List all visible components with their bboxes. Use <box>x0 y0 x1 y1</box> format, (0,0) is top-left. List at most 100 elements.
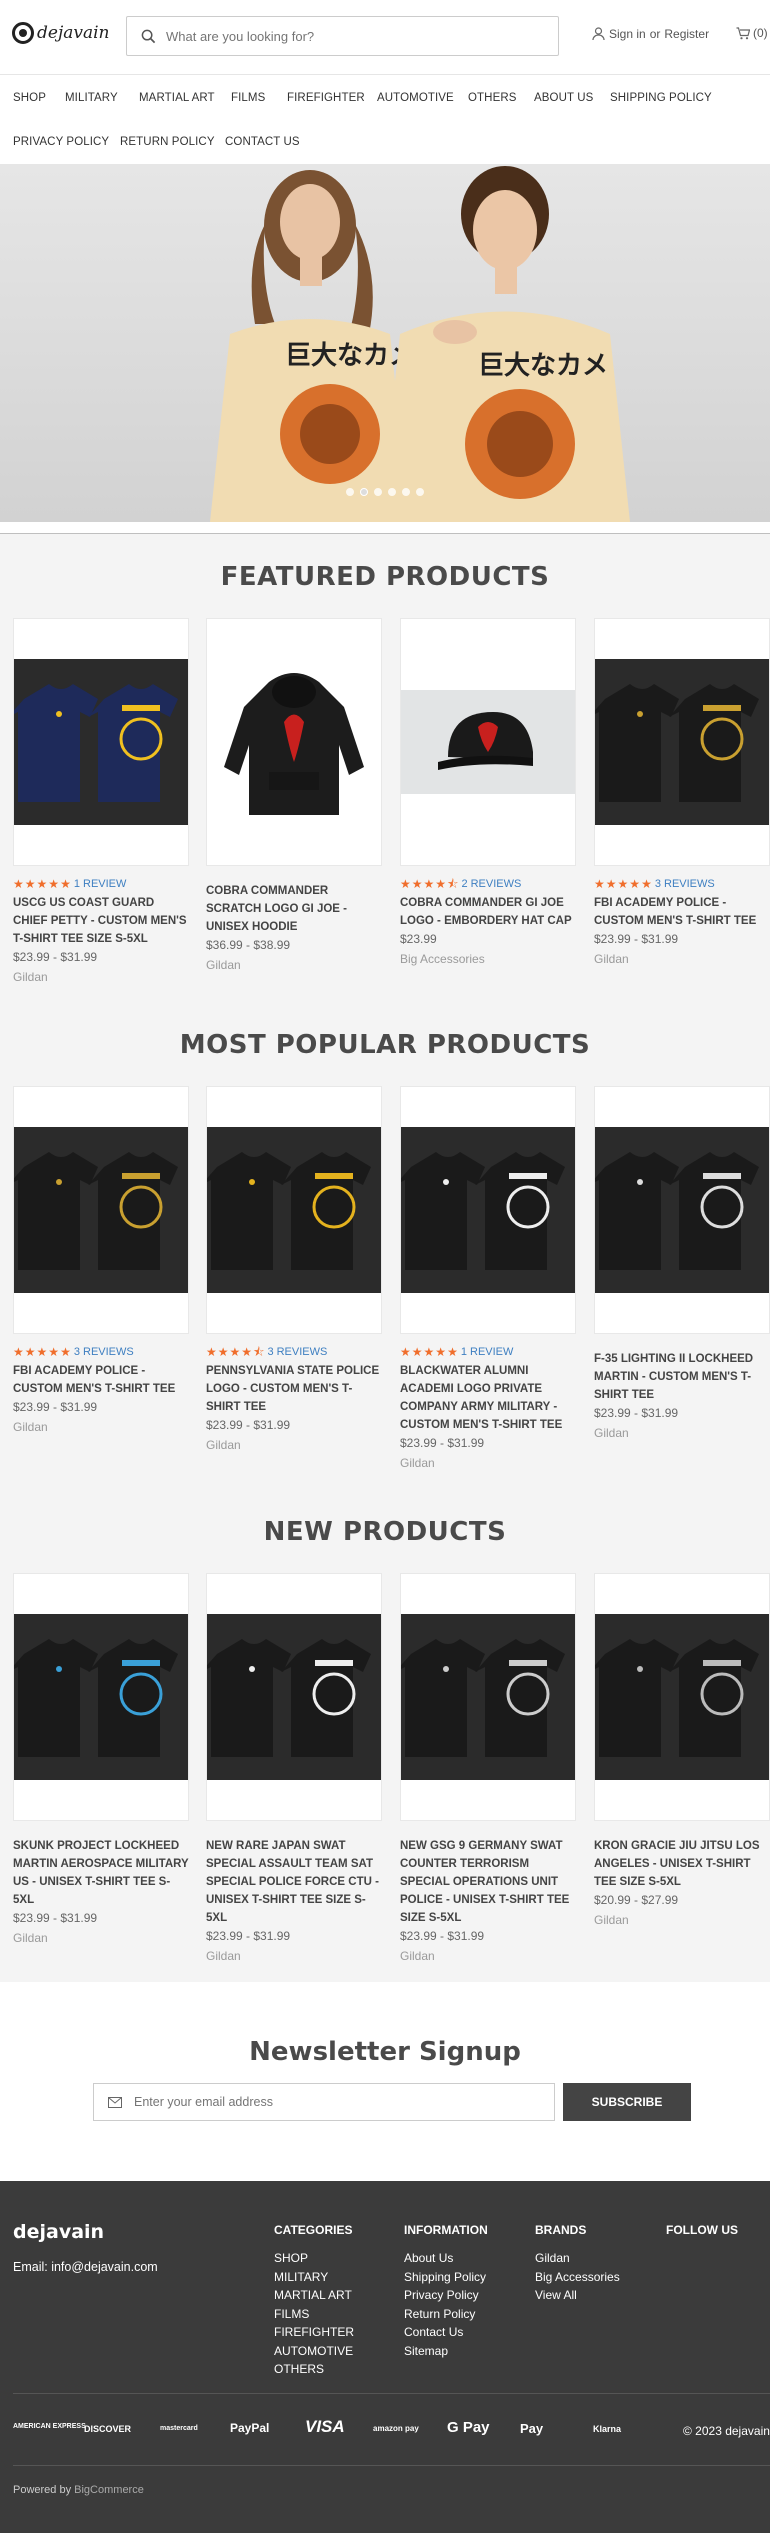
product-name[interactable]: F-35 LIGHTING II LOCKHEED MARTIN - CUSTO… <box>594 1350 770 1404</box>
carousel-dot[interactable] <box>402 488 410 496</box>
footer-link[interactable]: Sitemap <box>404 2342 488 2361</box>
product-image[interactable] <box>594 1086 770 1334</box>
product-card[interactable]: SKUNK PROJECT LOCKHEED MARTIN AEROSPACE … <box>13 1573 189 1945</box>
reviews-link[interactable]: 1 REVIEW <box>74 878 127 890</box>
newsletter-email-field[interactable] <box>93 2083 555 2121</box>
product-image[interactable] <box>400 618 576 866</box>
product-card[interactable]: ★ ★ ★ ★ ★ 3 REVIEWS FBI ACADEMY POLICE - CUSTO… <box>13 1086 189 1434</box>
product-image[interactable] <box>13 1086 189 1334</box>
product-brand[interactable]: Gildan <box>594 1426 770 1440</box>
product-image[interactable] <box>206 1086 382 1334</box>
product-card[interactable]: ★ ★ ★ ★ ⯪ 2 REVIEWS COBRA COMMANDER GI JOE LOG… <box>400 618 576 966</box>
product-card[interactable]: ★ ★ ★ ★ ★ 1 REVIEW BLACKWATER ALUMNI ACADEMI L… <box>400 1086 576 1470</box>
product-card[interactable]: ★ ★ ★ ★ ★ 3 REVIEWS FBI ACADEMY POLICE - CUSTO… <box>594 618 770 966</box>
footer-link[interactable]: About Us <box>404 2249 488 2268</box>
product-brand[interactable]: Gildan <box>594 952 770 966</box>
footer-link[interactable]: Gildan <box>535 2249 620 2268</box>
nav-item-return-policy[interactable]: Return Policy <box>120 136 215 148</box>
product-image[interactable] <box>13 1573 189 1821</box>
footer-link[interactable]: Return Policy <box>404 2305 488 2324</box>
register-link[interactable]: Register <box>664 27 709 41</box>
footer-link[interactable]: Privacy Policy <box>404 2286 488 2305</box>
product-image[interactable] <box>594 1573 770 1821</box>
search-input[interactable] <box>166 28 546 44</box>
product-name[interactable]: BLACKWATER ALUMNI ACADEMI LOGO PRIVATE C… <box>400 1362 576 1434</box>
product-card[interactable]: F-35 LIGHTING II LOCKHEED MARTIN - CUSTO… <box>594 1086 770 1440</box>
platform-link[interactable]: BigCommerce <box>74 2484 144 2496</box>
product-card[interactable]: NEW GSG 9 GERMANY SWAT COUNTER TERRORISM… <box>400 1573 576 1963</box>
footer-link[interactable]: View All <box>535 2286 620 2305</box>
product-card[interactable]: ★ ★ ★ ★ ⯪ 3 REVIEWS PENNSYLVANIA STATE POLICE … <box>206 1086 382 1452</box>
product-image[interactable] <box>400 1086 576 1334</box>
product-name[interactable]: COBRA COMMANDER SCRATCH LOGO GI JOE - UN… <box>206 882 382 936</box>
product-brand[interactable]: Gildan <box>206 1438 382 1452</box>
product-name[interactable]: COBRA COMMANDER GI JOE LOGO - EMBORDERY … <box>400 894 576 930</box>
footer-link[interactable]: Big Accessories <box>535 2268 620 2287</box>
product-card[interactable]: NEW RARE JAPAN SWAT SPECIAL ASSAULT TEAM… <box>206 1573 382 1963</box>
product-brand[interactable]: Gildan <box>13 1420 189 1434</box>
footer-link[interactable]: AUTOMOTIVE <box>274 2342 354 2361</box>
product-name[interactable]: NEW RARE JAPAN SWAT SPECIAL ASSAULT TEAM… <box>206 1837 382 1927</box>
product-name[interactable]: USCG US COAST GUARD CHIEF PETTY - CUSTOM… <box>13 894 189 948</box>
carousel-dot[interactable] <box>388 488 396 496</box>
nav-item-privacy-policy[interactable]: Privacy Policy <box>13 136 109 148</box>
site-logo[interactable]: dejavain <box>12 22 109 44</box>
hero-carousel[interactable]: 巨大なカメ 巨大なカメ <box>0 164 770 522</box>
product-card[interactable]: KRON GRACIE JIU JITSU LOS ANGELES - UNIS… <box>594 1573 770 1927</box>
reviews-link[interactable]: 1 REVIEW <box>461 1346 514 1358</box>
product-name[interactable]: FBI ACADEMY POLICE - CUSTOM MEN'S T-SHIR… <box>594 894 770 930</box>
reviews-link[interactable]: 3 REVIEWS <box>74 1346 134 1358</box>
sign-in-link[interactable]: Sign in <box>609 27 646 41</box>
product-name[interactable]: KRON GRACIE JIU JITSU LOS ANGELES - UNIS… <box>594 1837 770 1891</box>
product-image[interactable] <box>206 1573 382 1821</box>
nav-item-martial-art[interactable]: Martial Art <box>139 92 215 104</box>
product-brand[interactable]: Gildan <box>206 1949 382 1963</box>
subscribe-button[interactable]: Subscribe <box>563 2083 691 2121</box>
cart-button[interactable]: (0) <box>736 26 768 40</box>
carousel-dot[interactable] <box>346 488 354 496</box>
nav-item-shipping-policy[interactable]: Shipping Policy <box>610 92 712 104</box>
footer-link[interactable]: MILITARY <box>274 2268 354 2287</box>
nav-item-shop[interactable]: Shop <box>13 92 46 104</box>
carousel-dot[interactable] <box>374 488 382 496</box>
footer-email[interactable]: Email: info@dejavain.com <box>13 2260 158 2274</box>
product-image[interactable] <box>400 1573 576 1821</box>
reviews-link[interactable]: 3 REVIEWS <box>655 878 715 890</box>
product-brand[interactable]: Gildan <box>594 1913 770 1927</box>
carousel-dot[interactable] <box>416 488 424 496</box>
product-name[interactable]: SKUNK PROJECT LOCKHEED MARTIN AEROSPACE … <box>13 1837 189 1909</box>
product-image[interactable] <box>13 618 189 866</box>
product-card[interactable]: COBRA COMMANDER SCRATCH LOGO GI JOE - UN… <box>206 618 382 972</box>
product-brand[interactable]: Gildan <box>13 970 189 984</box>
nav-item-contact-us[interactable]: Contact Us <box>225 136 300 148</box>
product-brand[interactable]: Gildan <box>400 1949 576 1963</box>
reviews-link[interactable]: 2 REVIEWS <box>461 878 521 890</box>
product-brand[interactable]: Big Accessories <box>400 952 576 966</box>
nav-item-others[interactable]: Others <box>468 92 517 104</box>
carousel-dot-active[interactable] <box>360 488 368 496</box>
nav-item-automotive[interactable]: Automotive <box>377 92 454 104</box>
nav-item-firefighter[interactable]: Firefighter <box>287 92 365 104</box>
nav-item-films[interactable]: Films <box>231 92 265 104</box>
product-brand[interactable]: Gildan <box>206 958 382 972</box>
footer-link[interactable]: FILMS <box>274 2305 354 2324</box>
product-image[interactable] <box>594 618 770 866</box>
footer-link[interactable]: MARTIAL ART <box>274 2286 354 2305</box>
nav-item-about-us[interactable]: About Us <box>534 92 593 104</box>
nav-item-military[interactable]: Military <box>65 92 118 104</box>
reviews-link[interactable]: 3 REVIEWS <box>267 1346 327 1358</box>
product-name[interactable]: FBI ACADEMY POLICE - CUSTOM MEN'S T-SHIR… <box>13 1362 189 1398</box>
footer-link[interactable]: Shipping Policy <box>404 2268 488 2287</box>
footer-link[interactable]: Contact Us <box>404 2323 488 2342</box>
product-brand[interactable]: Gildan <box>400 1456 576 1470</box>
product-brand[interactable]: Gildan <box>13 1931 189 1945</box>
product-name[interactable]: PENNSYLVANIA STATE POLICE LOGO - CUSTOM … <box>206 1362 382 1416</box>
search-bar[interactable] <box>126 16 559 56</box>
product-image[interactable] <box>206 618 382 866</box>
footer-link[interactable]: FIREFIGHTER <box>274 2323 354 2342</box>
footer-link[interactable]: SHOP <box>274 2249 354 2268</box>
product-card[interactable]: ★ ★ ★ ★ ★ 1 REVIEW USCG US COAST GUARD CHIEF P… <box>13 618 189 984</box>
product-name[interactable]: NEW GSG 9 GERMANY SWAT COUNTER TERRORISM… <box>400 1837 576 1927</box>
newsletter-email-input[interactable] <box>134 2095 534 2109</box>
footer-link[interactable]: OTHERS <box>274 2360 354 2379</box>
